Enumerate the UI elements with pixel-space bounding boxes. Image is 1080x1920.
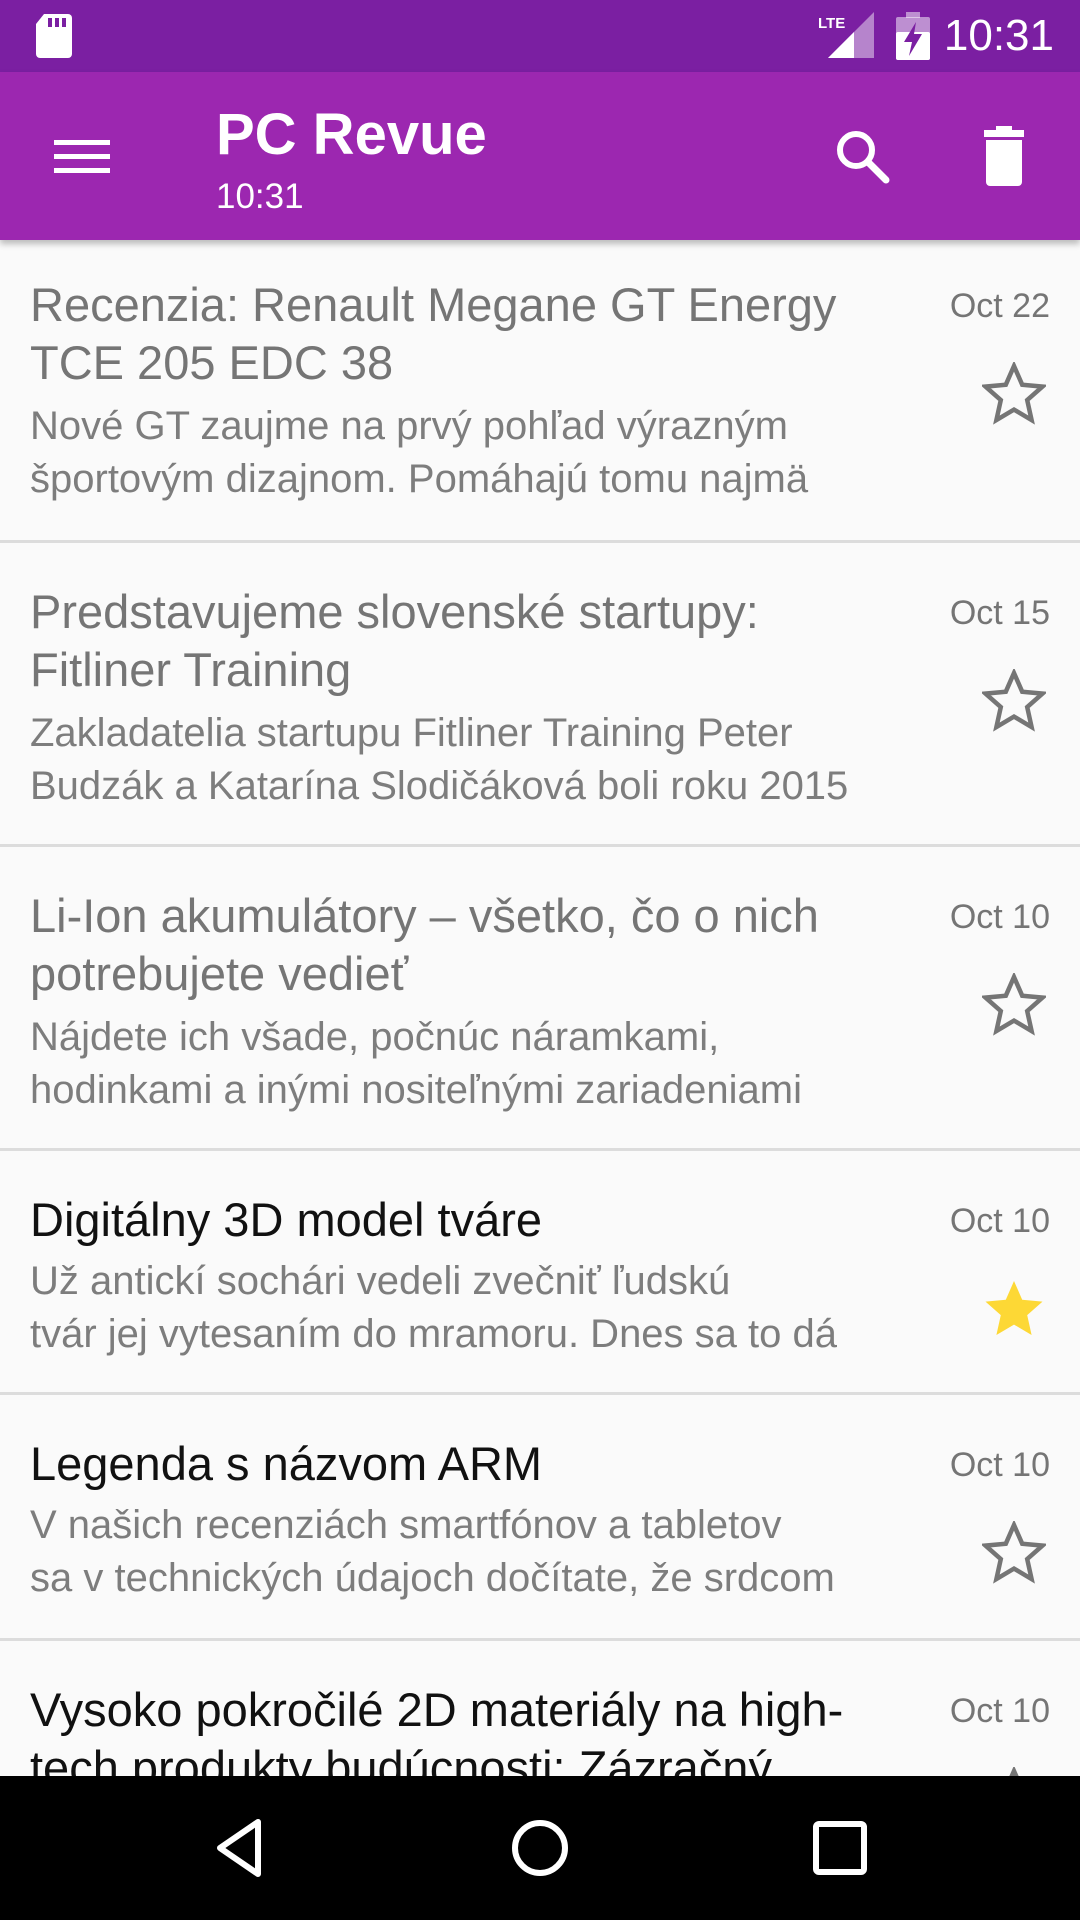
article-snippet-line: Zakladatelia startupu Fitliner Training … [30,711,793,755]
article-date: Oct 10 [949,898,1050,936]
status-bar: LTE 10:31 [0,0,1080,72]
list-item[interactable]: Digitálny 3D model tváre Už antickí sochá… [0,1151,1080,1395]
star-filled-icon[interactable] [982,1277,1046,1341]
article-snippet: Už antickí sochári vedeli zvečniť ľudskú… [30,1255,910,1361]
article-title-line: Li-Ion akumulátory – všetko, čo o nich [30,889,819,942]
article-snippet-line: Nové GT zaujme na prvý pohľad výrazným [30,404,788,448]
delete-icon[interactable] [968,120,1040,192]
list-item[interactable]: Li-Ion akumulátory – všetko, čo o nich po… [0,847,1080,1151]
star-outline-icon[interactable] [982,1521,1046,1585]
article-snippet-line: Už antickí sochári vedeli zvečniť ľudskú [30,1259,731,1303]
menu-icon[interactable] [42,124,126,188]
article-date: Oct 10 [949,1202,1050,1240]
article-title-line: Predstavujeme slovenské startupy: [30,585,759,638]
article-title: Recenzia: Renault Megane GT Energy TCE 20… [30,276,910,392]
list-item[interactable]: Predstavujeme slovenské startupy: Fitline… [0,543,1080,847]
article-title-line: Legenda s názvom ARM [30,1437,543,1490]
article-date: Oct 10 [949,1692,1050,1730]
article-snippet-line: Nájdete ich všade, počnúc náramkami, [30,1015,720,1059]
article-title-line: TCE 205 EDC 38 [30,336,394,389]
app-bar: PC Revue 10:31 [0,72,1080,240]
status-time: 10:31 [943,11,1054,60]
article-date: Oct 15 [949,594,1050,632]
article-list[interactable]: Recenzia: Renault Megane GT Energy TCE 20… [0,240,1080,1776]
article-title-line: potrebujete vedieť [30,947,409,1000]
search-icon[interactable] [826,120,898,192]
article-snippet-line: Budzák a Katarína Slodičáková boli roku … [30,764,849,808]
article-date: Oct 22 [949,287,1050,325]
recents-icon[interactable] [804,1812,876,1884]
article-title: Predstavujeme slovenské startupy: Fitline… [30,583,910,699]
article-title-line: tech produkty budúcnosti: Zázračný [30,1741,772,1776]
article-snippet: V našich recenziách smartfónov a tableto… [30,1499,910,1605]
article-title: Vysoko pokročilé 2D materiály na high-te… [30,1681,910,1776]
lte-signal-icon: LTE [818,12,874,58]
article-date: Oct 10 [949,1446,1050,1484]
article-snippet-line: športovým dizajnom. Pomáhajú tomu najmä [30,457,809,501]
sd-card-icon [36,14,72,58]
article-title-line: Fitliner Training [30,643,352,696]
article-title-line: Digitálny 3D model tváre [30,1193,542,1246]
app-subtitle: 10:31 [216,177,304,216]
battery-charging-icon [896,12,930,60]
article-title: Legenda s názvom ARM [30,1435,910,1493]
list-item[interactable]: Legenda s názvom ARM V našich recenziách … [0,1395,1080,1641]
list-item[interactable]: Recenzia: Renault Megane GT Energy TCE 20… [0,240,1080,543]
article-snippet-line: tvár jej vytesaním do mramoru. Dnes sa t… [30,1312,837,1356]
article-title: Li-Ion akumulátory – všetko, čo o nich po… [30,887,910,1003]
back-icon[interactable] [206,1812,278,1884]
article-title-line: Recenzia: Renault Megane GT Energy [30,278,837,331]
star-outline-icon[interactable] [982,362,1046,426]
article-snippet: Nájdete ich všade, počnúc náramkami, hodi… [30,1011,910,1117]
article-snippet: Zakladatelia startupu Fitliner Training … [30,707,910,813]
navigation-bar [0,1776,1080,1920]
article-title: Digitálny 3D model tváre [30,1191,910,1249]
article-snippet: Nové GT zaujme na prvý pohľad výrazným šp… [30,400,910,506]
article-snippet-line: V našich recenziách smartfónov a tableto… [30,1503,782,1547]
star-outline-icon[interactable] [982,1767,1046,1776]
article-snippet-line: sa v technických údajoch dočítate, že sr… [30,1556,835,1600]
star-outline-icon[interactable] [982,669,1046,733]
app-title: PC Revue [216,102,487,167]
lte-label: LTE [818,15,845,32]
home-icon[interactable] [504,1812,576,1884]
article-title-line: Vysoko pokročilé 2D materiály na high- [30,1683,844,1736]
article-snippet-line: hodinkami a inými nositeľnými zariadenia… [30,1068,802,1112]
star-outline-icon[interactable] [982,973,1046,1037]
list-item[interactable]: Vysoko pokročilé 2D materiály na high-te… [0,1641,1080,1776]
